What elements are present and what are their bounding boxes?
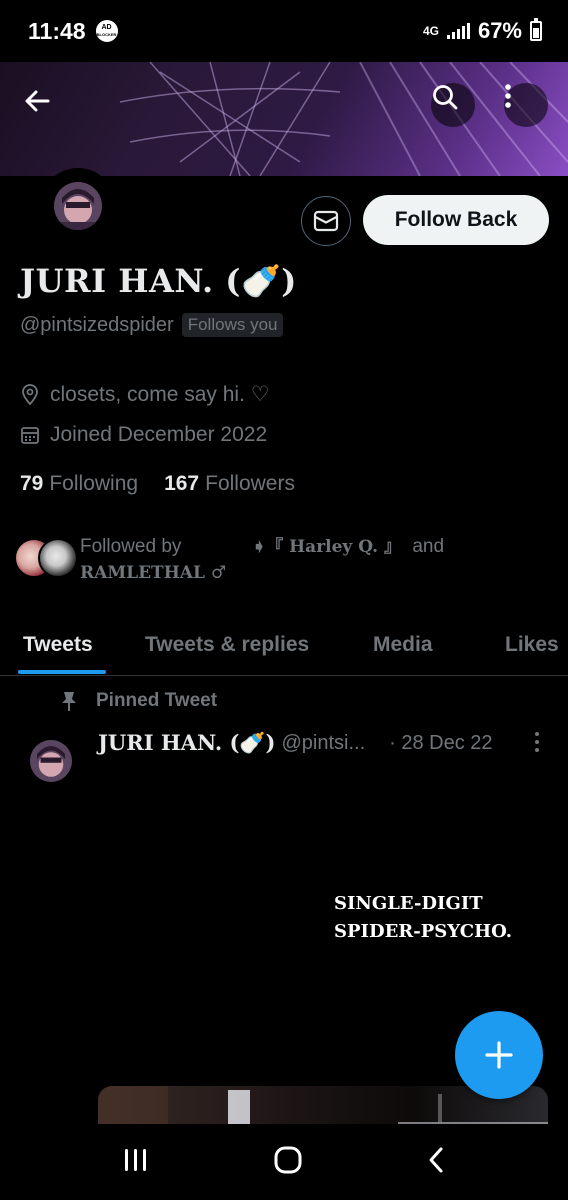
- search-button[interactable]: [431, 83, 475, 127]
- tweet-text-line-1: SINGLE-DIGIT: [334, 893, 483, 914]
- followed-by-text: Followed by ➧『 Harley Q. 』 and RAMLETHAL…: [80, 534, 444, 586]
- back-button[interactable]: [22, 86, 66, 130]
- tab-likes[interactable]: Likes: [505, 614, 559, 676]
- tweet-date[interactable]: · 28 Dec 22: [389, 732, 492, 755]
- home-icon: [274, 1146, 302, 1173]
- profile-tabs: Tweets Tweets & replies Media Likes: [0, 614, 568, 676]
- follows-you-badge: Follows you: [181, 313, 284, 337]
- tweet-text: SINGLE-DIGIT SPIDER-PSYCHO.: [334, 890, 512, 946]
- back-nav-icon: [429, 1147, 443, 1172]
- profile-banner[interactable]: [0, 62, 568, 176]
- tweet-more-button[interactable]: [530, 730, 544, 754]
- followed-by-name-2: RAMLETHAL ♂: [80, 563, 227, 583]
- adblock-label-top: AD: [101, 24, 112, 31]
- message-button[interactable]: [301, 196, 351, 246]
- tweet-header: JURI HAN. (🍼) @pintsi... · 28 Dec 22: [98, 730, 493, 756]
- tweet-author-avatar[interactable]: [30, 740, 72, 782]
- home-button[interactable]: [273, 1146, 303, 1179]
- tweet-author-name[interactable]: JURI HAN. (🍼): [98, 730, 275, 756]
- joined-row: Joined December 2022: [20, 423, 267, 447]
- status-bar: 11:48 AD BLOCKER 4G 67%: [0, 0, 568, 62]
- followers-label: Followers: [205, 472, 295, 495]
- location-pin-icon: [22, 383, 38, 405]
- system-nav-bar: [0, 1124, 568, 1200]
- tweet-avatar-portrait: [30, 740, 72, 782]
- active-tab-indicator: [18, 670, 106, 674]
- location-text: closets, come say hi. ♡: [50, 383, 270, 406]
- pin-icon: [62, 692, 76, 711]
- calendar-icon: [21, 427, 39, 444]
- network-indicator: 4G: [422, 23, 439, 38]
- tab-tweets-replies[interactable]: Tweets & replies: [145, 614, 309, 676]
- recents-button[interactable]: [121, 1147, 151, 1178]
- more-options-button[interactable]: [504, 83, 548, 127]
- tab-tweets[interactable]: Tweets: [23, 614, 93, 676]
- following-label: Following: [49, 472, 139, 495]
- handle: @pintsizedspider: [20, 313, 174, 336]
- plus-icon: [485, 1041, 513, 1069]
- recents-icon: [125, 1148, 146, 1171]
- pinned-label: Pinned Tweet: [96, 690, 218, 711]
- avatar-portrait: [54, 182, 102, 230]
- battery-percent: 67%: [477, 18, 522, 43]
- tweet-text-line-2: SPIDER-PSYCHO.: [334, 921, 513, 942]
- joined-text: Joined December 2022: [50, 423, 268, 446]
- followed-by-avatars: [14, 538, 78, 582]
- adblock-label-bottom: BLOCKER: [96, 32, 117, 37]
- status-left: 11:48 AD BLOCKER: [28, 18, 118, 45]
- followers-link[interactable]: 167 Followers: [164, 472, 295, 496]
- tweet-author-handle[interactable]: @pintsi...: [281, 732, 365, 755]
- following-link[interactable]: 79 Following: [20, 472, 138, 496]
- avatar[interactable]: [54, 182, 102, 230]
- adblock-icon: AD BLOCKER: [95, 20, 118, 42]
- banner-web-art: [119, 62, 568, 176]
- system-back-button[interactable]: [425, 1146, 447, 1179]
- follow-back-button[interactable]: Follow Back: [363, 195, 549, 245]
- more-vertical-icon: [505, 84, 511, 108]
- search-icon: [433, 85, 458, 110]
- back-arrow-icon: [25, 90, 50, 112]
- handle-row: @pintsizedspider Follows you: [20, 313, 284, 337]
- followed-by-prefix: Followed by: [80, 536, 182, 557]
- followed-by-row[interactable]: Followed by ➧『 Harley Q. 』 and RAMLETHAL…: [14, 534, 554, 584]
- follower-avatar-2: [38, 538, 78, 578]
- followed-by-and: and: [412, 536, 445, 557]
- display-name: JURI HAN. (🍼): [20, 262, 297, 300]
- followers-count: 167: [164, 472, 200, 495]
- following-count: 79: [20, 472, 44, 495]
- signal-icon: [446, 23, 470, 39]
- clock: 11:48: [28, 17, 86, 44]
- follow-counts: 79 Following 167 Followers: [20, 472, 295, 496]
- battery-icon: [530, 18, 542, 41]
- compose-tweet-button[interactable]: [455, 1011, 543, 1099]
- status-right: 4G 67%: [423, 18, 542, 44]
- pinned-label-row: Pinned Tweet: [60, 690, 217, 712]
- profile-avatar-ring[interactable]: [40, 168, 116, 244]
- envelope-icon: [313, 210, 339, 232]
- tab-media[interactable]: Media: [373, 614, 433, 676]
- location-row: closets, come say hi. ♡: [20, 382, 270, 407]
- followed-by-name-1: ➧『 Harley Q. 』: [251, 537, 402, 557]
